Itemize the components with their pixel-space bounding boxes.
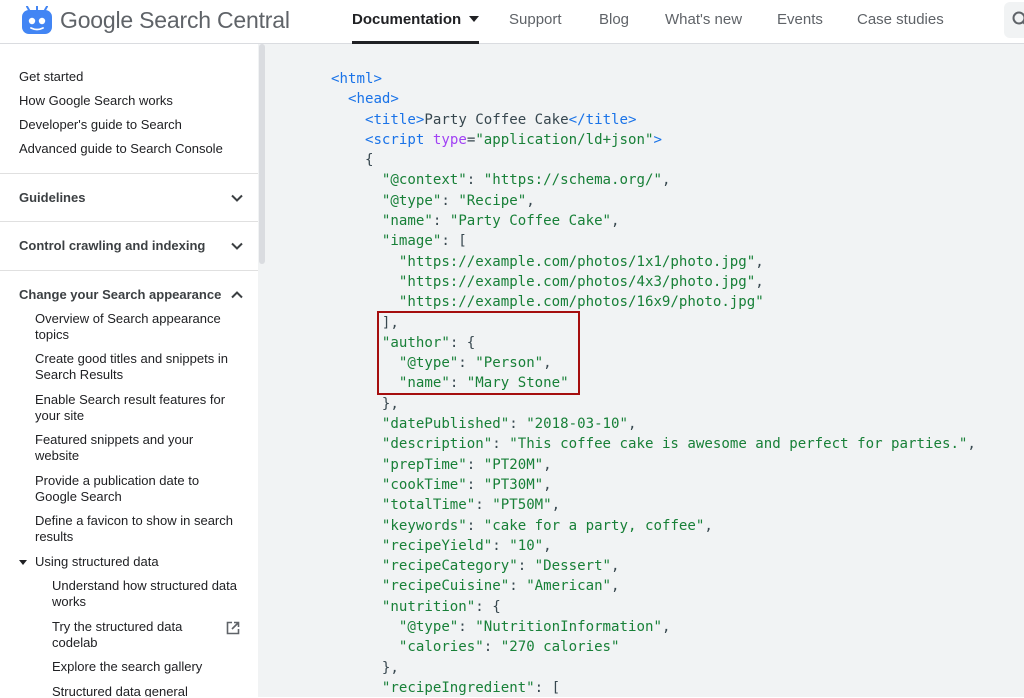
code-line: <html> <box>331 71 382 87</box>
code-line: "description": "This coffee cake is awes… <box>331 436 976 452</box>
brand-title[interactable]: Google Search Central <box>60 7 290 34</box>
chevron-down-icon[interactable] <box>230 239 244 253</box>
sidebar-item-favicon[interactable]: Define a favicon to show in search resul… <box>35 513 243 545</box>
sidebar-item-how-search-works[interactable]: How Google Search works <box>19 93 173 109</box>
code-line: "@context": "https://schema.org/", <box>331 172 670 188</box>
external-link-icon[interactable] <box>226 621 240 635</box>
divider <box>0 173 258 174</box>
code-line: "recipeCuisine": "American", <box>331 578 620 594</box>
nav-case-studies[interactable]: Case studies <box>857 0 944 44</box>
divider <box>0 221 258 222</box>
sidebar-section-appearance[interactable]: Change your Search appearance <box>19 287 221 303</box>
sidebar-item-understand-structured-data[interactable]: Understand how structured data works <box>52 578 248 610</box>
nav-events[interactable]: Events <box>777 0 823 44</box>
sidebar-item-result-features[interactable]: Enable Search result features for your s… <box>35 392 243 424</box>
code-line: <script type="application/ld+json"> <box>331 132 662 148</box>
nav-documentation[interactable]: Documentation <box>352 0 479 44</box>
code-line: "https://example.com/photos/16x9/photo.j… <box>331 294 764 310</box>
nav-blog[interactable]: Blog <box>599 0 629 44</box>
code-line: "@type": "Recipe", <box>331 193 535 209</box>
nav-support[interactable]: Support <box>509 0 562 44</box>
search-central-logo-icon[interactable] <box>20 6 54 36</box>
sidebar-item-appearance-overview[interactable]: Overview of Search appearance topics <box>35 311 235 343</box>
content-gutter <box>266 44 290 697</box>
top-header: Google Search Central Documentation Supp… <box>0 0 1024 44</box>
chevron-down-icon[interactable] <box>230 191 244 205</box>
triangle-down-icon[interactable] <box>19 560 27 565</box>
chevron-down-icon <box>469 16 479 22</box>
left-nav-sidebar: Get started How Google Search works Deve… <box>0 44 266 697</box>
sidebar-section-crawling[interactable]: Control crawling and indexing <box>19 238 205 254</box>
sidebar-item-publication-date[interactable]: Provide a publication date to Google Sea… <box>35 473 225 505</box>
divider <box>0 270 258 271</box>
sidebar-item-titles-snippets[interactable]: Create good titles and snippets in Searc… <box>35 351 243 383</box>
sidebar-item-developers-guide[interactable]: Developer's guide to Search <box>19 117 182 133</box>
code-line: "https://example.com/photos/1x1/photo.jp… <box>331 254 764 270</box>
code-line: "recipeCategory": "Dessert", <box>331 558 620 574</box>
code-line: "datePublished": "2018-03-10", <box>331 416 637 432</box>
code-line: "recipeIngredient": [ <box>331 680 560 696</box>
sidebar-item-codelab[interactable]: Try the structured data codelab <box>52 619 202 651</box>
code-line: "keywords": "cake for a party, coffee", <box>331 518 713 534</box>
sidebar-item-structured-general[interactable]: Structured data general <box>52 684 188 697</box>
code-line: { <box>331 152 373 168</box>
code-line: "calories": "270 calories" <box>331 639 620 655</box>
sidebar-item-search-gallery[interactable]: Explore the search gallery <box>52 659 202 675</box>
sidebar-item-get-started[interactable]: Get started <box>19 69 83 85</box>
nav-whats-new[interactable]: What's new <box>665 0 742 44</box>
author-highlight-box <box>377 311 580 395</box>
code-line: "nutrition": { <box>331 599 501 615</box>
code-line: "image": [ <box>331 233 467 249</box>
code-line: "@type": "NutritionInformation", <box>331 619 670 635</box>
chevron-up-icon[interactable] <box>230 288 244 302</box>
code-line: "https://example.com/photos/4x3/photo.jp… <box>331 274 764 290</box>
sidebar-scrollbar-thumb[interactable] <box>259 44 265 264</box>
code-line: }, <box>331 396 399 412</box>
code-line: "name": "Party Coffee Cake", <box>331 213 620 229</box>
code-line: "cookTime": "PT30M", <box>331 477 552 493</box>
search-icon <box>1012 11 1024 29</box>
code-line: }, <box>331 660 399 676</box>
code-line: "totalTime": "PT50M", <box>331 497 560 513</box>
sidebar-item-featured-snippets[interactable]: Featured snippets and your website <box>35 432 225 464</box>
code-line: <title>Party Coffee Cake</title> <box>331 112 637 128</box>
sidebar-section-guidelines[interactable]: Guidelines <box>19 190 85 206</box>
sidebar-item-advanced-guide[interactable]: Advanced guide to Search Console <box>19 141 223 157</box>
code-line: "prepTime": "PT20M", <box>331 457 552 473</box>
code-line: <head> <box>331 91 399 107</box>
code-line: "recipeYield": "10", <box>331 538 552 554</box>
nav-documentation-label: Documentation <box>352 11 461 28</box>
sidebar-item-using-structured-data[interactable]: Using structured data <box>35 554 159 570</box>
search-button[interactable] <box>1004 2 1024 38</box>
